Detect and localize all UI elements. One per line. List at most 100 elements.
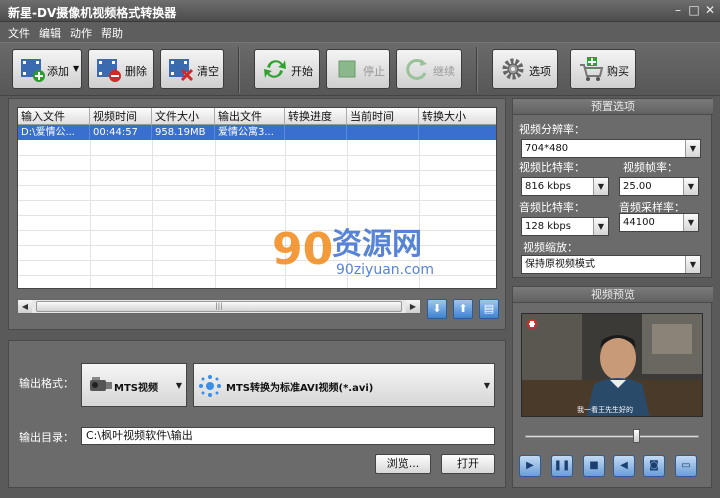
close-button[interactable]: ✕ xyxy=(702,3,718,18)
volume-button[interactable]: ◀ xyxy=(613,455,635,477)
arrow-down-icon: ⬇ xyxy=(432,302,442,315)
fps-select[interactable]: 25.00 ▼ xyxy=(619,177,699,196)
shopping-cart-icon xyxy=(580,57,604,81)
options-button[interactable]: 选项 xyxy=(492,49,558,89)
document-icon: ▤ xyxy=(483,302,495,315)
col-current-time[interactable]: 当前时间 xyxy=(347,108,419,125)
pause-button[interactable]: ❚❚ xyxy=(551,455,573,477)
arrow-up-icon: ⬆ xyxy=(458,302,468,315)
folder-icon: ▭ xyxy=(681,460,691,471)
scrollbar-thumb[interactable]: ||| xyxy=(36,301,402,312)
menu-edit[interactable]: 编辑 xyxy=(39,25,61,41)
minimize-button[interactable]: – xyxy=(670,3,686,18)
stop-preview-button[interactable]: ■ xyxy=(583,455,605,477)
sample-rate-select[interactable]: 44100 ▼ xyxy=(619,213,699,232)
resolution-label: 视频分辨率： xyxy=(519,123,585,136)
refresh-green-icon xyxy=(264,60,286,78)
file-list-panel: 输入文件 视频时间 文件大小 输出文件 转换进度 当前时间 转换大小 D:\爱情… xyxy=(8,98,506,330)
col-progress[interactable]: 转换进度 xyxy=(285,108,347,125)
chevron-down-icon: ▼ xyxy=(73,64,80,73)
col-video-time[interactable]: 视频时间 xyxy=(90,108,152,125)
video-preview: 我一看王先生好的 xyxy=(521,313,703,417)
grid-column xyxy=(90,125,91,288)
options-label: 选项 xyxy=(529,65,551,78)
resolution-select[interactable]: 704*480 ▼ xyxy=(521,139,701,158)
menu-file[interactable]: 文件 xyxy=(8,25,30,41)
play-button[interactable]: ▶ xyxy=(519,455,541,477)
grid-column xyxy=(152,125,153,288)
move-up-button[interactable]: ⬆ xyxy=(453,299,473,319)
col-input-file[interactable]: 输入文件 xyxy=(18,108,90,125)
cell-progress xyxy=(285,125,347,140)
menu-action[interactable]: 动作 xyxy=(70,25,92,41)
buy-label: 购买 xyxy=(607,65,629,78)
move-down-button[interactable]: ⬇ xyxy=(427,299,447,319)
audio-bitrate-select[interactable]: 128 kbps ▼ xyxy=(521,217,609,236)
resume-button[interactable]: 继续 xyxy=(396,49,462,89)
delete-label: 删除 xyxy=(125,65,147,78)
seek-thumb[interactable] xyxy=(632,429,640,443)
preview-title: 视频预览 xyxy=(513,287,713,303)
speaker-icon: ◀ xyxy=(620,460,628,471)
add-label: 添加 xyxy=(47,65,69,78)
toolbar: 添加 ▼ 删除 清空 开始 停止 继续 选项 购买 xyxy=(0,42,720,96)
clear-film-icon xyxy=(169,59,194,82)
cell-output-file: 爱情公寓3... xyxy=(215,125,285,140)
browse-button[interactable]: 浏览... xyxy=(375,454,431,474)
toolbar-separator xyxy=(476,47,478,93)
scroll-right-arrow[interactable]: ▶ xyxy=(406,300,420,313)
device-select[interactable]: MTS视频 ▼ xyxy=(81,363,187,407)
camera-icon: ◙ xyxy=(649,460,659,471)
snapshot-button[interactable]: ◙ xyxy=(643,455,665,477)
chevron-down-icon: ▼ xyxy=(683,214,698,231)
menu-help[interactable]: 帮助 xyxy=(101,25,123,41)
start-button[interactable]: 开始 xyxy=(254,49,320,89)
chevron-down-icon: ▼ xyxy=(683,178,698,195)
horizontal-scrollbar[interactable]: ◀ ||| ▶ xyxy=(17,299,421,314)
cell-converted-size xyxy=(419,125,496,140)
chevron-down-icon: ▼ xyxy=(593,178,608,195)
video-bitrate-select[interactable]: 816 kbps ▼ xyxy=(521,177,609,196)
maximize-button[interactable]: □ xyxy=(686,3,702,18)
col-converted-size[interactable]: 转换大小 xyxy=(419,108,496,125)
watermark-logo: 90 资源网 90ziyuan.com xyxy=(272,224,434,278)
watermark-text: 资源网 xyxy=(332,227,422,262)
fps-value: 25.00 xyxy=(623,181,652,192)
col-output-file[interactable]: 输出文件 xyxy=(215,108,285,125)
device-value: MTS视频 xyxy=(114,383,158,394)
seek-track[interactable] xyxy=(525,435,699,438)
delete-button[interactable]: 删除 xyxy=(88,49,154,89)
chevron-down-icon: ▼ xyxy=(685,140,700,157)
table-row[interactable]: D:\爱情公... 00:44:57 958.19MB 爱情公寓3... xyxy=(18,125,496,140)
scale-select[interactable]: 保持原视频模式 ▼ xyxy=(521,255,701,274)
buy-button[interactable]: 购买 xyxy=(570,49,636,89)
open-button[interactable]: 打开 xyxy=(441,454,495,474)
clear-label: 清空 xyxy=(197,65,219,78)
resolution-value: 704*480 xyxy=(525,143,569,154)
play-icon: ▶ xyxy=(526,460,534,471)
profile-select[interactable]: MTS转换为标准AVI视频(*.avi) ▼ xyxy=(193,363,495,407)
preview-subtitle: 我一看王先生好的 xyxy=(577,405,633,414)
stop-label: 停止 xyxy=(363,65,385,78)
scale-label: 视频缩放： xyxy=(523,241,578,254)
grid-column xyxy=(215,125,216,288)
chevron-down-icon: ▼ xyxy=(685,256,700,273)
stop-button[interactable]: 停止 xyxy=(326,49,390,89)
video-bitrate-value: 816 kbps xyxy=(525,181,571,192)
video-frame-image: 我一看王先生好的 xyxy=(522,314,702,416)
col-file-size[interactable]: 文件大小 xyxy=(152,108,215,125)
add-film-icon xyxy=(21,59,45,82)
audio-bitrate-label: 音频比特率： xyxy=(519,201,585,214)
scroll-left-arrow[interactable]: ◀ xyxy=(18,300,32,313)
properties-button[interactable]: ▤ xyxy=(479,299,499,319)
clear-button[interactable]: 清空 xyxy=(160,49,224,89)
cell-current-time xyxy=(347,125,419,140)
scale-value: 保持原视频模式 xyxy=(525,259,595,270)
open-folder-button[interactable]: ▭ xyxy=(675,455,697,477)
add-button[interactable]: 添加 ▼ xyxy=(12,49,82,89)
resume-icon xyxy=(406,58,427,80)
output-dir-field[interactable]: C:\枫叶视频软件\输出 xyxy=(81,427,495,445)
profile-value: MTS转换为标准AVI视频(*.avi) xyxy=(226,383,374,394)
cell-file-size: 958.19MB xyxy=(152,125,215,140)
preset-title: 预置选项 xyxy=(513,99,713,115)
